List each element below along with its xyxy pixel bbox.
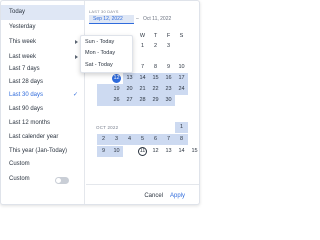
day-cell-in-range[interactable]: 23 — [162, 84, 175, 95]
day-cell-in-range[interactable]: 22 — [149, 84, 162, 95]
day-cell-in-range[interactable]: 26 — [110, 95, 123, 106]
day-cell[interactable]: 10 — [175, 62, 188, 73]
day-cell-in-range[interactable]: 3 — [110, 134, 123, 145]
date-range-picker: Today Yesterday This week Last week Last… — [0, 0, 200, 205]
preset-menu: Today Yesterday This week Last week Last… — [1, 1, 85, 204]
toggle-knob — [56, 178, 61, 183]
day-cell-in-range[interactable]: 17 — [175, 73, 188, 84]
day-cell-in-range[interactable]: 28 — [136, 95, 149, 106]
day-cell-today[interactable]: 11 — [136, 146, 149, 157]
day-cell-in-range[interactable]: 7 — [162, 134, 175, 145]
day-cell-in-range[interactable]: 29 — [149, 95, 162, 106]
day-cell-in-range[interactable]: 10 — [110, 146, 123, 157]
custom-toggle[interactable] — [55, 177, 69, 184]
day-cell-in-range[interactable]: 6 — [149, 134, 162, 145]
preset-last-90-days[interactable]: Last 90 days — [1, 102, 85, 117]
day-cell-in-range[interactable]: 24 — [175, 84, 188, 95]
day-cell[interactable]: 7 — [136, 62, 149, 73]
preset-today[interactable]: Today — [1, 5, 85, 20]
day-cell-in-range[interactable]: 1 — [175, 122, 188, 133]
range-label: LAST 30 DAYS — [89, 9, 119, 14]
day-cell-in-range[interactable]: 8 — [175, 134, 188, 145]
end-date-field[interactable]: Oct 11, 2022 — [143, 15, 171, 24]
day-cell[interactable]: 1 — [136, 41, 149, 52]
day-cell[interactable]: 14 — [175, 146, 188, 157]
day-cell-in-range[interactable]: 4 — [123, 134, 136, 145]
day-cell-in-range[interactable]: 21 — [136, 84, 149, 95]
preset-yesterday[interactable]: Yesterday — [1, 20, 85, 35]
weekday-w: W — [139, 33, 146, 39]
weekday-f: F — [166, 33, 171, 39]
day-cell[interactable]: 12 — [149, 146, 162, 157]
day-cell-in-range[interactable]: 9 — [97, 146, 110, 157]
day-cell-range-start[interactable]: 12 — [110, 73, 123, 84]
day-cell[interactable]: 8 — [149, 62, 162, 73]
day-cell-in-range[interactable]: 30 — [162, 95, 175, 106]
day-cell[interactable]: 3 — [162, 41, 175, 52]
submenu-item-mon-today[interactable]: Mon - Today — [85, 49, 115, 58]
preset-this-week[interactable]: This week — [1, 35, 85, 50]
day-cell[interactable]: 2 — [149, 41, 162, 52]
day-cell-in-range[interactable]: 27 — [123, 95, 136, 106]
chevron-right-icon — [75, 40, 78, 44]
weekday-s: S — [179, 33, 184, 39]
this-week-submenu: Sun - Today Mon - Today Sat - Today — [80, 35, 133, 73]
preset-custom[interactable]: Custom — [1, 157, 85, 172]
custom-toggle-row[interactable]: Custom — [1, 172, 85, 187]
day-cell-in-range[interactable]: 2 — [97, 134, 110, 145]
preset-last-30-days[interactable]: Last 30 days ✓ — [1, 88, 85, 103]
apply-button[interactable]: Apply — [170, 191, 185, 201]
calendar-panel: LAST 30 DAYS Sep 12, 2022 – Oct 11, 2022… — [86, 1, 199, 204]
day-cell-in-range[interactable]: 16 — [162, 73, 175, 84]
check-icon: ✓ — [72, 92, 78, 98]
day-cell-in-range[interactable]: 19 — [110, 84, 123, 95]
day-cell-in-range[interactable]: 14 — [136, 73, 149, 84]
day-cell-in-range[interactable] — [97, 95, 110, 106]
submenu-item-sun-today[interactable]: Sun - Today — [85, 38, 114, 47]
range-separator: – — [136, 16, 139, 22]
day-cell-in-range[interactable]: 20 — [123, 84, 136, 95]
day-cell-in-range[interactable] — [97, 84, 110, 95]
submenu-item-sat-today[interactable]: Sat - Today — [85, 61, 113, 70]
weekday-t: T — [153, 33, 158, 39]
cancel-button[interactable]: Cancel — [144, 191, 163, 201]
day-cell-in-range[interactable]: 15 — [149, 73, 162, 84]
preset-last-12-months[interactable]: Last 12 months — [1, 116, 85, 131]
day-cell[interactable]: 15 — [188, 146, 199, 157]
picker-footer: Cancel Apply — [86, 184, 199, 204]
month-label-oct: OCT 2022 — [96, 125, 119, 130]
day-cell-in-range[interactable]: 5 — [136, 134, 149, 145]
start-date-field[interactable]: Sep 12, 2022 — [89, 15, 134, 24]
day-cell[interactable]: 9 — [162, 62, 175, 73]
chevron-right-icon — [75, 55, 78, 59]
day-cell-in-range[interactable]: 13 — [123, 73, 136, 84]
day-cell[interactable]: 13 — [162, 146, 175, 157]
preset-last-calendar-year[interactable]: Last calender year — [1, 130, 85, 145]
